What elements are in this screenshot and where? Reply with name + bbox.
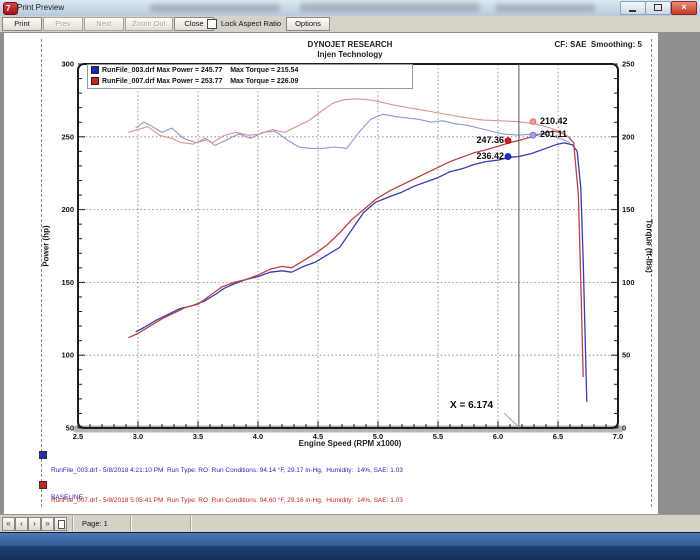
curve-RunFile_003-torque: [136, 114, 570, 148]
cursor-leader-line: [504, 413, 519, 427]
print-page: DYNOJET RESEARCH Injen Technology CF: SA…: [4, 33, 658, 514]
callout-power-run003: 236.42: [458, 151, 504, 161]
x-tick-label: 3.5: [193, 432, 203, 441]
document-icon: [58, 520, 65, 529]
page-setup-button[interactable]: [54, 517, 67, 531]
redaction-smudge: [300, 3, 480, 12]
statusbar-separator: [190, 516, 192, 531]
callout-torque-run007: 210.42: [540, 116, 568, 126]
close-button[interactable]: ×: [671, 1, 697, 15]
y-right-tick-label: 200: [622, 132, 635, 141]
page-number-label: Page: 1: [82, 519, 108, 528]
run007-line1: RunFile_007.drf - 5/8/2018 5:05:41 PM Ru…: [51, 496, 403, 505]
statusbar: « ‹ › » Page: 1: [0, 514, 700, 533]
legend-run007-label: RunFile_007.drf Max Power = 253.77 Max T…: [102, 78, 298, 85]
print-preview-toolbar: Print Prev Next Zoom Out Close Lock Aspe…: [0, 16, 700, 33]
taskbar: e 7 ▲ 1:00 PM: [0, 532, 700, 560]
y-left-axis-title: Power (hp): [42, 225, 51, 266]
y-right-tick-label: 100: [622, 278, 635, 287]
y-right-tick-label: 150: [622, 205, 635, 214]
app-icon: 7: [3, 2, 18, 15]
redaction-smudge: [150, 4, 280, 12]
x-tick-label: 7.0: [613, 432, 623, 441]
maximize-button[interactable]: [645, 1, 671, 15]
prev-page-button[interactable]: ‹: [15, 517, 28, 531]
window-titlebar[interactable]: 7 Print Preview ×: [0, 0, 700, 17]
legend-swatch-run003: [91, 66, 99, 74]
preview-area: DYNOJET RESEARCH Injen Technology CF: SA…: [0, 32, 700, 514]
window-title: Print Preview: [17, 3, 64, 12]
screen: 7 Print Preview × Print Prev Next Zoom O…: [0, 0, 700, 560]
lock-aspect-checkbox[interactable]: [207, 19, 217, 29]
print-button[interactable]: Print: [2, 17, 42, 31]
x-tick-label: 6.5: [553, 432, 563, 441]
statusbar-separator: [72, 516, 74, 531]
curve-RunFile_007-power: [128, 131, 583, 377]
statusbar-separator: [130, 516, 132, 531]
y-left-tick-label: 200: [61, 205, 74, 214]
prev-button[interactable]: Prev: [43, 17, 83, 31]
chart-legend: RunFile_003.drf Max Power = 245.77 Max T…: [87, 64, 413, 89]
y-right-tick-label: 50: [622, 351, 630, 360]
y-left-tick-label: 300: [61, 60, 74, 69]
callout-torque-run003: 201.11: [540, 129, 567, 139]
y-left-tick-label: 100: [61, 351, 74, 360]
last-page-button[interactable]: »: [41, 517, 54, 531]
x-axis-title: Engine Speed (RPM x1000): [220, 439, 480, 448]
minimize-icon: [629, 10, 636, 12]
x-tick-label: 3.0: [133, 432, 143, 441]
cursor-x-label: X = 6.174: [450, 400, 493, 411]
legend-swatch-run007: [91, 77, 99, 85]
y-left-tick-label: 250: [61, 132, 74, 141]
marker-dot: [530, 119, 536, 125]
run003-line1: RunFile_003.drf - 5/8/2018 4:21:10 PM Ru…: [51, 466, 403, 475]
run007-swatch: [39, 481, 47, 489]
zoom-out-button[interactable]: Zoom Out: [125, 17, 173, 31]
run003-swatch: [39, 451, 47, 459]
first-page-button[interactable]: «: [2, 517, 15, 531]
x-tick-label: 6.0: [493, 432, 503, 441]
maximize-icon: [654, 4, 662, 11]
marker-dot: [505, 138, 511, 144]
y-right-axis-title: Torque (ft-lbs): [645, 219, 654, 273]
options-button[interactable]: Options: [286, 17, 330, 31]
marker-dot: [505, 154, 511, 160]
y-left-tick-label: 150: [61, 278, 74, 287]
legend-run003-label: RunFile_003.drf Max Power = 245.77 Max T…: [102, 67, 298, 74]
lock-aspect-label: Lock Aspect Ratio: [221, 19, 281, 28]
redaction-smudge: [495, 4, 595, 12]
callout-power-run007: 247.36: [458, 135, 504, 145]
y-right-tick-label: 250: [622, 60, 635, 69]
marker-dot: [530, 132, 536, 138]
x-tick-label: 2.5: [73, 432, 83, 441]
y-right-tick-label: 0: [622, 424, 626, 433]
minimize-button[interactable]: [620, 1, 646, 15]
next-button[interactable]: Next: [84, 17, 124, 31]
plot-frame: [78, 64, 618, 428]
next-page-button[interactable]: ›: [28, 517, 41, 531]
y-left-tick-label: 50: [66, 424, 74, 433]
close-icon: ×: [681, 2, 686, 12]
